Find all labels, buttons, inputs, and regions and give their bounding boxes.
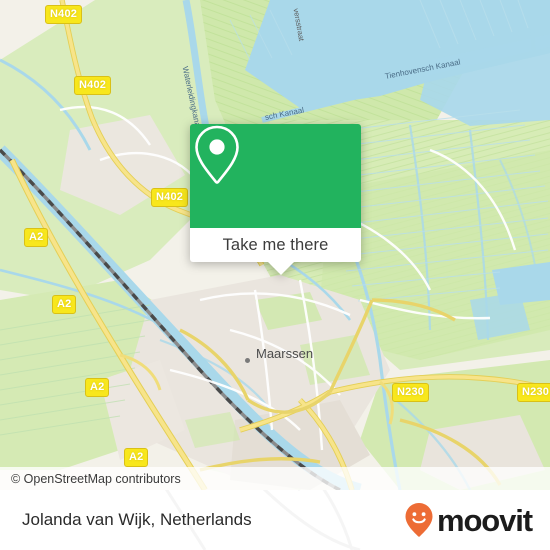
road-shield-a2-2[interactable]: A2	[52, 295, 77, 314]
place-dot-maarssen	[245, 358, 250, 363]
moovit-wordmark: moovit	[436, 502, 533, 538]
location-callout-card[interactable]: Take me there	[190, 124, 361, 275]
road-shield-n402-1[interactable]: N402	[45, 5, 83, 24]
road-shield-a2-4[interactable]: A2	[124, 448, 149, 467]
callout-pointer-tail	[268, 262, 294, 275]
moovit-location-card: Maarssen N402 N402 N402 A2 A2 A2 A2 N230…	[0, 0, 550, 550]
place-label-maarssen: Maarssen	[256, 346, 314, 361]
road-shield-a2-3[interactable]: A2	[85, 378, 110, 397]
road-shield-n402-3[interactable]: N402	[151, 188, 189, 207]
road-shield-n230-2[interactable]: N230	[517, 383, 550, 402]
take-me-there-label: Take me there	[222, 235, 329, 254]
footer-bar: Jolanda van Wijk, Netherlands moovit	[0, 490, 550, 550]
road-shield-a2-1[interactable]: A2	[24, 228, 49, 247]
location-pin-icon	[195, 125, 239, 184]
road-shield-n230-1[interactable]: N230	[392, 383, 430, 402]
map-canvas[interactable]: Maarssen N402 N402 N402 A2 A2 A2 A2 N230…	[0, 0, 550, 490]
take-me-there-button[interactable]: Take me there	[190, 228, 361, 262]
map-attribution: © OpenStreetMap contributors	[0, 467, 550, 490]
road-shield-n402-2[interactable]: N402	[74, 76, 112, 95]
moovit-smiley-pin-icon	[405, 503, 433, 537]
attribution-text: © OpenStreetMap contributors	[11, 471, 181, 486]
location-title: Jolanda van Wijk, Netherlands	[22, 510, 252, 529]
moovit-brand[interactable]: moovit	[404, 490, 533, 550]
callout-image-panel	[190, 124, 361, 228]
